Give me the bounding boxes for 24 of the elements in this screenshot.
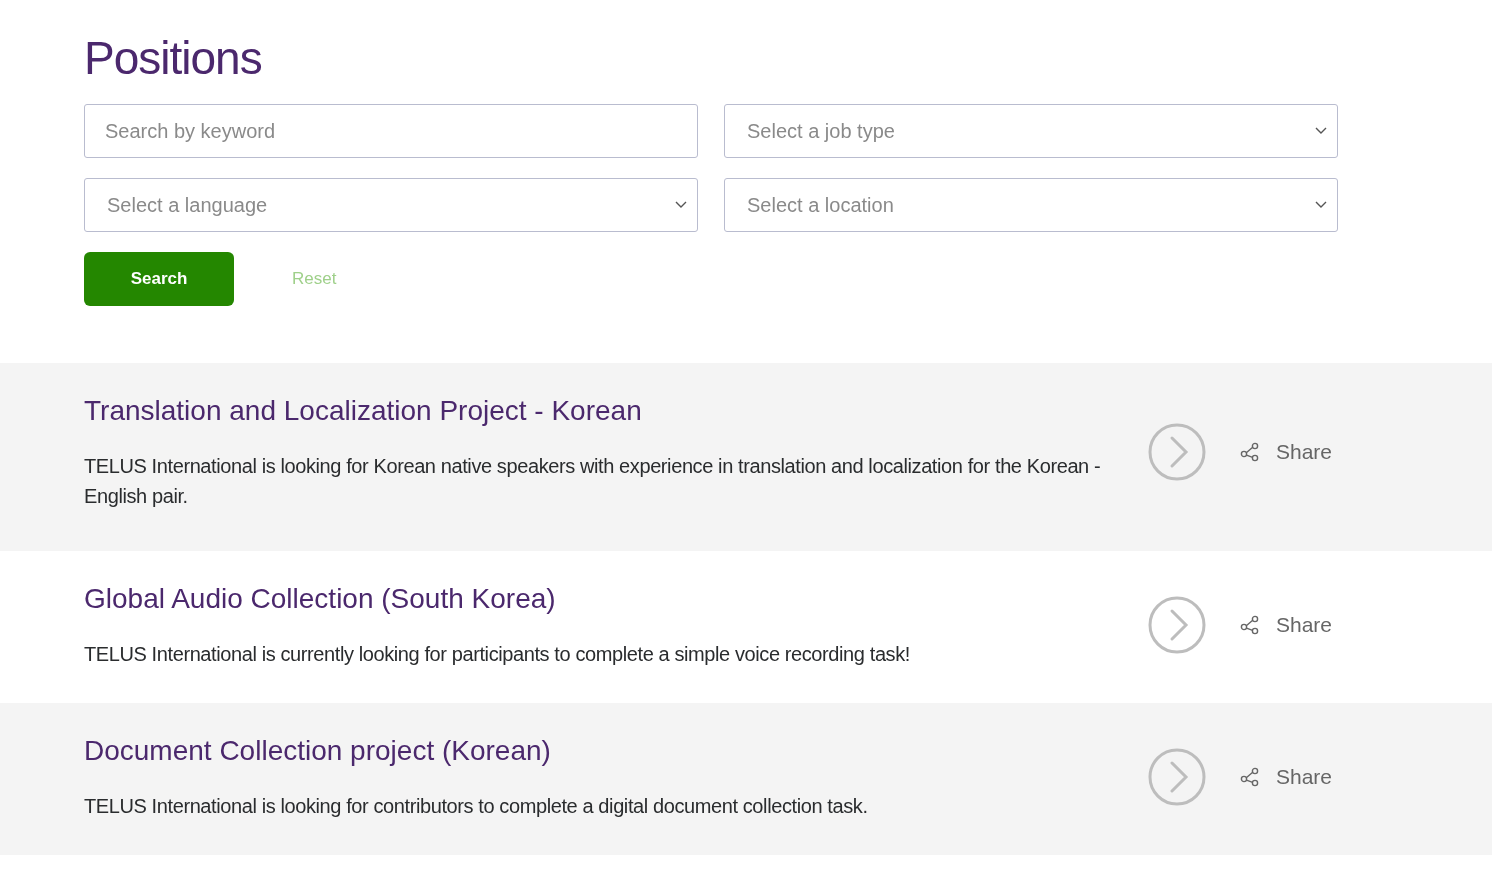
share-icon [1239, 442, 1260, 462]
select-dropdown[interactable]: Select a language [84, 178, 698, 232]
position-title[interactable]: Global Audio Collection (South Korea) [84, 581, 1138, 617]
share-link[interactable]: Share [1239, 761, 1332, 793]
search-button[interactable]: Search [84, 252, 234, 306]
position-description: TELUS International is currently looking for participants to complete a simple voice recording task! [84, 642, 911, 667]
chevron-circle-icon[interactable] [1147, 423, 1206, 481]
chevron-circle-icon[interactable] [1147, 596, 1206, 654]
share-icon [1239, 615, 1260, 635]
position-title[interactable]: Translation and Localization Project - Korean [84, 393, 1138, 429]
chevron-down-icon [675, 201, 687, 209]
select-dropdown[interactable]: Select a job type [724, 104, 1338, 158]
search-field[interactable]: Search by keyword [84, 104, 698, 158]
share-icon [1239, 767, 1260, 787]
select-dropdown[interactable]: Select a location [724, 178, 1338, 232]
chevron-circle-icon[interactable] [1147, 748, 1206, 806]
share-link[interactable]: Share [1239, 609, 1332, 641]
share-link[interactable]: Share [1239, 436, 1332, 468]
chevron-down-icon [1315, 127, 1327, 135]
chevron-down-icon [1315, 201, 1327, 209]
position-description: TELUS International is looking for contributors to complete a digital document collection task. [84, 794, 869, 819]
position-title[interactable]: Document Collection project (Korean) [84, 733, 1138, 769]
page-title: Positions [84, 31, 263, 86]
position-description: TELUS International is looking for Korean native speakers with experience in translation and localization for the Korean - English pair. [84, 454, 1102, 509]
